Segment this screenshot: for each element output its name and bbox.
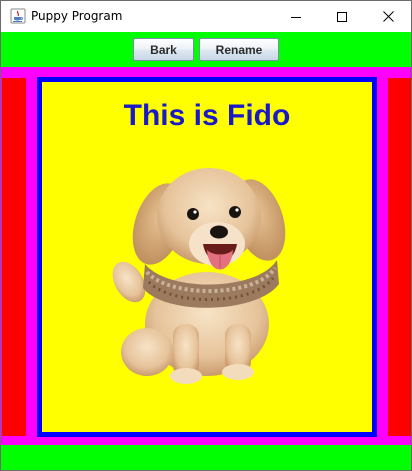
app-window: Puppy Program Bark Rename This is Fido (0, 0, 412, 471)
puppy-image (112, 168, 286, 384)
title-bar[interactable]: Puppy Program (1, 1, 411, 32)
left-red-panel (2, 78, 26, 436)
java-cup-icon (10, 8, 26, 24)
panel-title: This is Fido (123, 99, 291, 132)
right-red-panel (388, 78, 411, 436)
bottom-bar (1, 445, 411, 470)
close-button[interactable] (365, 1, 411, 32)
puppy-panel: This is Fido (42, 82, 372, 432)
button-toolbar: Bark Rename (1, 32, 411, 67)
maximize-icon (337, 11, 347, 22)
bark-button[interactable]: Bark (133, 38, 194, 61)
rename-button[interactable]: Rename (199, 38, 279, 61)
maximize-button[interactable] (319, 1, 365, 32)
minimize-button[interactable] (273, 1, 319, 32)
window-title: Puppy Program (31, 9, 123, 23)
minimize-icon (291, 16, 301, 18)
close-icon (382, 11, 394, 22)
